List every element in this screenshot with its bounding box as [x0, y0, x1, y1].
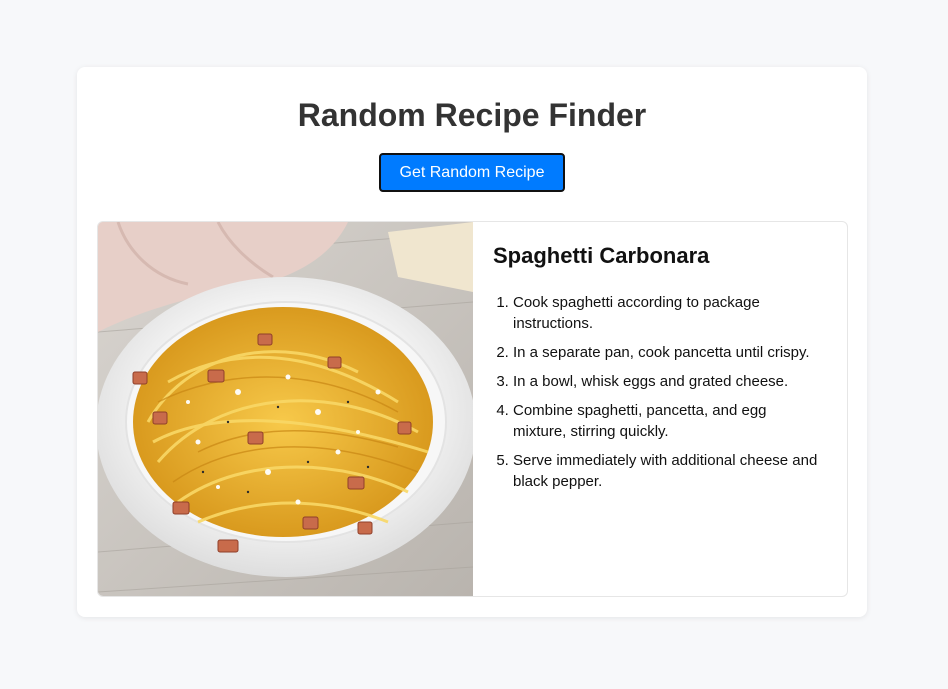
recipe-step: Cook spaghetti according to package inst…	[513, 292, 823, 334]
recipe-step: Serve immediately with additional cheese…	[513, 450, 823, 492]
recipe-finder-card: Random Recipe Finder Get Random Recipe S…	[77, 67, 867, 617]
page-title: Random Recipe Finder	[297, 97, 647, 133]
recipe-step: In a separate pan, cook pancetta until c…	[513, 342, 823, 363]
recipe-details: Spaghetti Carbonara Cook spaghetti accor…	[493, 240, 823, 500]
recipe-card: Spaghetti Carbonara Cook spaghetti accor…	[97, 221, 848, 597]
recipe-steps-list: Cook spaghetti according to package inst…	[493, 292, 823, 492]
recipe-step: In a bowl, whisk eggs and grated cheese.	[513, 371, 823, 392]
recipe-step: Combine spaghetti, pancetta, and egg mix…	[513, 400, 823, 442]
recipe-image	[98, 222, 473, 596]
recipe-title: Spaghetti Carbonara	[493, 243, 710, 268]
get-random-recipe-button[interactable]: Get Random Recipe	[379, 153, 565, 192]
